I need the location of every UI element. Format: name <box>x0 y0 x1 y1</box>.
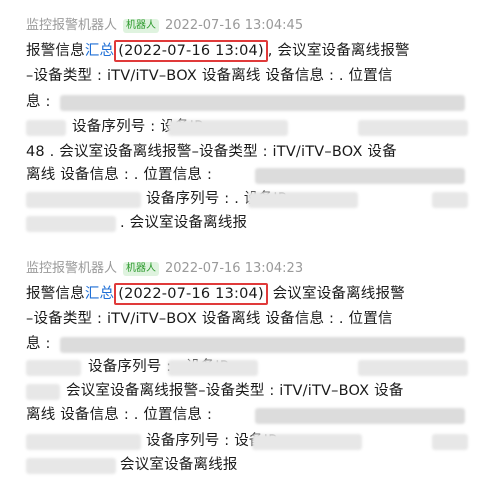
alert-line-1: 报警信息汇总 (2022-07-16 13:04) 会议室设备离线报警 <box>26 283 405 305</box>
redacted-block <box>26 458 116 474</box>
alert-line-5: 会议室设备离线报警–设备类型 : iTV/iTV–BOX 设备 <box>66 383 404 399</box>
alert-text: 会议室设备离线报警 <box>267 286 405 302</box>
alert-line-8: 会议室设备离线报 <box>120 457 238 473</box>
message-time: 2022-07-16 13:04:23 <box>165 261 304 276</box>
redacted-block <box>432 434 468 450</box>
redacted-block <box>60 337 465 353</box>
alert-line-2: –设备类型 : iTV/iTV–BOX 设备离线 设备信息 : . 位置信 <box>26 311 393 327</box>
highlight-timestamp: (2022-07-16 13:04) <box>114 283 268 305</box>
redacted-block <box>26 360 81 376</box>
message-2: 监控报警机器人 机器人 2022-07-16 13:04:23 报警信息汇总 (202… <box>0 0 486 496</box>
redacted-block <box>255 408 465 424</box>
alert-line-6: 离线 设备信息 : . 位置信息 : <box>26 407 213 423</box>
redacted-block <box>26 384 60 400</box>
bot-badge: 机器人 <box>123 262 160 276</box>
alert-title: 报警信息 <box>26 286 85 302</box>
alert-line-3: 息 : <box>26 336 51 352</box>
message-header: 监控报警机器人 机器人 2022-07-16 13:04:23 <box>26 260 303 277</box>
redacted-block <box>168 360 258 376</box>
redacted-block <box>252 434 362 450</box>
sender-name[interactable]: 监控报警机器人 <box>26 261 117 276</box>
redacted-block <box>26 434 141 450</box>
redacted-block <box>358 360 468 376</box>
summary-link[interactable]: 汇总 <box>85 286 114 302</box>
